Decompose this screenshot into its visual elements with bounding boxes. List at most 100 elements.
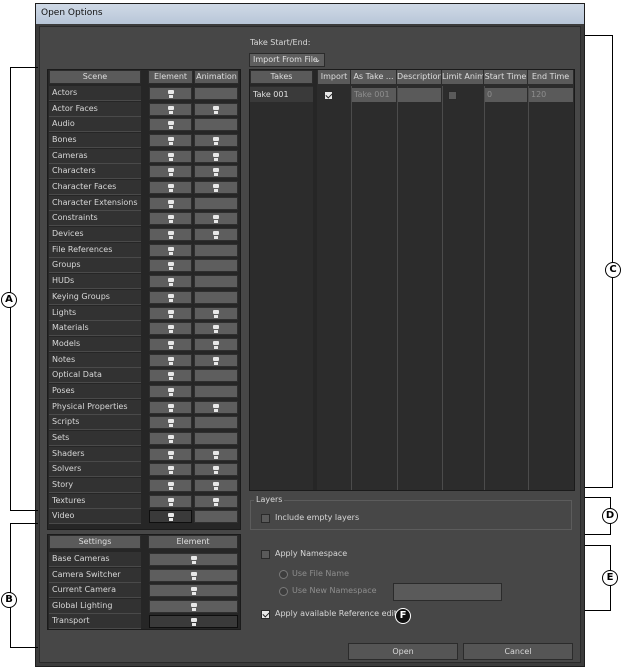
take-description-cell[interactable]	[398, 88, 441, 102]
scene-animation-toggle[interactable]	[194, 463, 238, 476]
layers-group-label: Layers	[254, 495, 285, 504]
scene-element-toggle[interactable]	[149, 463, 192, 476]
scene-element-toggle[interactable]	[149, 275, 192, 288]
settings-item-label: Base Cameras	[49, 552, 141, 567]
scene-element-toggle[interactable]	[149, 416, 192, 429]
scene-element-toggle[interactable]	[149, 307, 192, 320]
scene-item-label: Groups	[49, 258, 141, 273]
scene-element-toggle[interactable]	[149, 479, 192, 492]
take-column-header[interactable]: End Time	[528, 70, 574, 84]
scene-animation-toggle[interactable]	[194, 322, 238, 335]
scene-animation-toggle[interactable]	[194, 448, 238, 461]
scene-element-toggle[interactable]	[149, 448, 192, 461]
scene-element-toggle[interactable]	[149, 244, 192, 257]
scene-element-toggle[interactable]	[149, 181, 192, 194]
apply-reference-edits-checkbox[interactable]	[261, 610, 270, 619]
pin-icon	[213, 153, 219, 161]
scene-element-toggle[interactable]	[149, 495, 192, 508]
scene-item-label: Solvers	[49, 462, 141, 477]
take-column-header[interactable]: Description	[397, 70, 442, 84]
scene-animation-toggle[interactable]	[194, 307, 238, 320]
settings-element-toggle[interactable]	[149, 569, 238, 582]
scene-element-toggle[interactable]	[149, 432, 192, 445]
scene-animation-toggle[interactable]	[194, 259, 238, 272]
pin-icon	[213, 184, 219, 192]
scene-element-toggle[interactable]	[149, 134, 192, 147]
new-namespace-input[interactable]	[393, 583, 502, 601]
scene-element-toggle[interactable]	[149, 338, 192, 351]
scene-animation-toggle[interactable]	[194, 401, 238, 414]
use-file-name-radio[interactable]	[279, 570, 288, 579]
open-button[interactable]: Open	[348, 643, 458, 660]
use-new-namespace-radio[interactable]	[279, 587, 288, 596]
scene-animation-toggle[interactable]	[194, 103, 238, 116]
include-empty-layers-checkbox[interactable]	[261, 514, 270, 523]
scene-animation-toggle[interactable]	[194, 150, 238, 163]
scene-animation-toggle[interactable]	[194, 118, 238, 131]
scene-animation-toggle[interactable]	[194, 354, 238, 367]
settings-element-toggle[interactable]	[149, 615, 238, 628]
settings-element-toggle[interactable]	[149, 600, 238, 613]
scene-animation-toggle[interactable]	[194, 432, 238, 445]
scene-animation-toggle[interactable]	[194, 369, 238, 382]
scene-element-toggle[interactable]	[149, 150, 192, 163]
column-divider	[442, 86, 443, 490]
scene-element-toggle[interactable]	[149, 291, 192, 304]
scene-element-toggle[interactable]	[149, 103, 192, 116]
take-as-name-cell[interactable]: Take 001	[352, 88, 396, 102]
scene-item-label: Lights	[49, 306, 141, 321]
take-range-dropdown-value: Import From File	[253, 55, 318, 64]
cancel-button[interactable]: Cancel	[463, 643, 573, 660]
scene-element-toggle[interactable]	[149, 228, 192, 241]
scene-element-toggle[interactable]	[149, 369, 192, 382]
take-limit-anim-checkbox[interactable]	[448, 91, 457, 100]
use-file-name-label: Use File Name	[292, 569, 350, 578]
apply-namespace-checkbox[interactable]	[261, 550, 270, 559]
take-column-header[interactable]: Limit Anim	[442, 70, 484, 84]
scene-animation-toggle[interactable]	[194, 165, 238, 178]
pin-icon	[190, 556, 197, 564]
scene-animation-toggle[interactable]	[194, 510, 238, 523]
pin-icon	[213, 106, 219, 114]
scene-animation-toggle[interactable]	[194, 212, 238, 225]
scene-element-toggle[interactable]	[149, 212, 192, 225]
scene-element-toggle[interactable]	[149, 197, 192, 210]
take-list-item[interactable]: Take 001	[250, 87, 313, 102]
scene-animation-toggle[interactable]	[194, 338, 238, 351]
scene-element-toggle[interactable]	[149, 118, 192, 131]
scene-animation-toggle[interactable]	[194, 495, 238, 508]
settings-element-toggle[interactable]	[149, 584, 238, 597]
take-end-time-cell[interactable]: 120	[529, 88, 573, 102]
scene-element-toggle[interactable]	[149, 165, 192, 178]
scene-animation-toggle[interactable]	[194, 181, 238, 194]
settings-element-toggle[interactable]	[149, 553, 238, 566]
take-import-checkbox[interactable]	[324, 91, 333, 100]
scene-animation-toggle[interactable]	[194, 291, 238, 304]
scene-element-toggle[interactable]	[149, 354, 192, 367]
scene-animation-toggle[interactable]	[194, 416, 238, 429]
scene-element-toggle[interactable]	[149, 385, 192, 398]
scene-animation-toggle[interactable]	[194, 244, 238, 257]
scene-animation-toggle[interactable]	[194, 134, 238, 147]
scene-element-toggle[interactable]	[149, 322, 192, 335]
pin-icon	[167, 435, 174, 443]
scene-element-toggle[interactable]	[149, 401, 192, 414]
scene-animation-toggle[interactable]	[194, 479, 238, 492]
scene-animation-toggle[interactable]	[194, 275, 238, 288]
scene-item-label: Characters	[49, 164, 141, 179]
scene-element-toggle[interactable]	[149, 87, 192, 100]
take-column-header[interactable]: Start Time	[484, 70, 528, 84]
scene-animation-toggle[interactable]	[194, 87, 238, 100]
take-column-header[interactable]: Import	[318, 70, 351, 84]
take-start-time-cell[interactable]: 0	[485, 88, 527, 102]
pin-icon	[167, 278, 174, 286]
scene-item-label: Optical Data	[49, 368, 141, 383]
pin-icon	[167, 451, 174, 459]
scene-animation-toggle[interactable]	[194, 197, 238, 210]
scene-element-toggle[interactable]	[149, 259, 192, 272]
take-column-header[interactable]: As Take ...	[351, 70, 397, 84]
scene-element-toggle[interactable]	[149, 510, 192, 523]
scene-animation-toggle[interactable]	[194, 228, 238, 241]
take-range-dropdown[interactable]: Import From File ⌄	[249, 53, 325, 67]
scene-animation-toggle[interactable]	[194, 385, 238, 398]
